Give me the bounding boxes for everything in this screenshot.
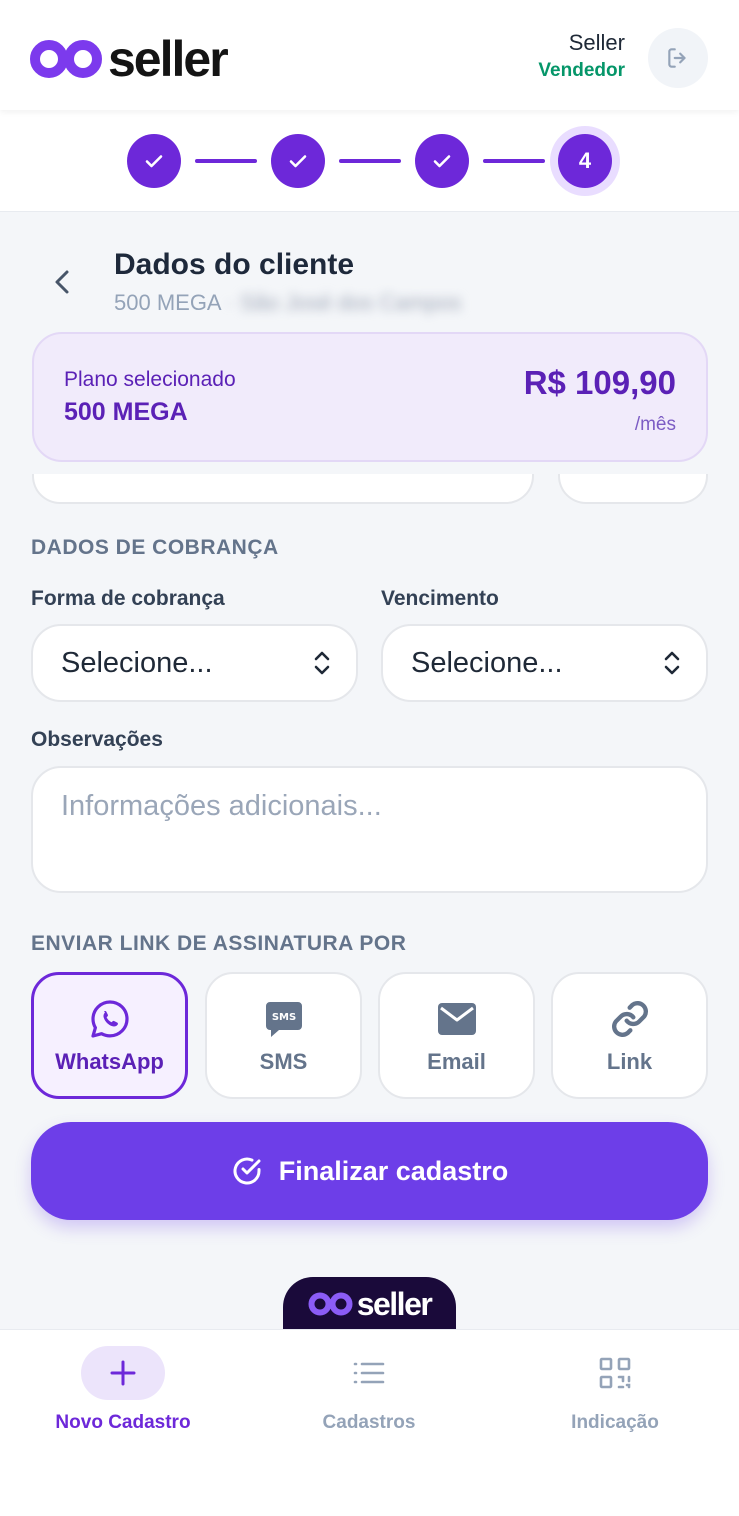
subtitle-plan: 500 MEGA — [114, 290, 221, 315]
nav-new-registration-label: Novo Cadastro — [55, 1412, 191, 1433]
billing-section-title: DADOS DE COBRANÇA — [31, 536, 279, 559]
billing-method-label: Forma de cobrança — [31, 587, 225, 610]
step-connector — [195, 159, 257, 163]
scrolled-field-edge — [32, 474, 534, 504]
step-4-current: 4 — [558, 134, 612, 188]
check-icon — [433, 155, 451, 168]
nav-new-registration[interactable]: Novo Cadastro — [0, 1346, 246, 1434]
channel-sms-button[interactable]: SMS SMS — [205, 972, 362, 1099]
nav-registrations[interactable]: Cadastros — [246, 1346, 492, 1434]
user-info: Seller Vendedor — [538, 30, 625, 82]
logout-button[interactable] — [648, 28, 708, 88]
nav-registrations-label: Cadastros — [322, 1412, 416, 1433]
page-title: Dados do cliente — [114, 248, 355, 281]
channel-whatsapp-button[interactable]: WhatsApp — [31, 972, 188, 1099]
billing-method-value: Selecione... — [61, 646, 213, 679]
finish-button-label: Finalizar cadastro — [278, 1155, 509, 1186]
chevron-left-icon — [55, 270, 69, 294]
footer-brand-name: seller — [356, 1285, 433, 1322]
plan-name: 500 MEGA — [64, 398, 188, 426]
selected-plan-card: Plano selecionado 500 MEGA R$ 109,90 /mê… — [32, 332, 708, 462]
channel-link-label: Link — [606, 1048, 653, 1074]
check-icon — [289, 155, 307, 168]
due-date-label: Vencimento — [381, 587, 499, 610]
check-icon — [145, 155, 163, 168]
channel-sms-label: SMS — [259, 1048, 308, 1074]
due-date-select[interactable]: Selecione... — [381, 624, 708, 702]
plan-period: /mês — [634, 414, 676, 435]
scrolled-field-edge — [558, 474, 708, 504]
plan-price: R$ 109,90 — [523, 364, 676, 401]
back-button[interactable] — [48, 262, 78, 302]
notes-textarea[interactable]: Informações adicionais... — [31, 766, 708, 893]
chevron-updown-icon — [314, 651, 330, 675]
brand-name: seller — [108, 31, 229, 87]
progress-stepper: 4 — [0, 110, 739, 212]
infinity-logo-icon — [308, 1292, 353, 1316]
user-name: Seller — [568, 30, 625, 55]
logout-icon — [668, 48, 686, 68]
step-1-done — [127, 134, 181, 188]
plan-label: Plano selecionado — [64, 368, 236, 391]
finish-registration-button[interactable]: Finalizar cadastro — [31, 1122, 708, 1220]
channel-link-button[interactable]: Link — [551, 972, 708, 1099]
svg-text:SMS: SMS — [271, 1012, 295, 1023]
link-icon — [611, 1000, 648, 1037]
page-subtitle: 500 MEGA · São José dos Campos — [114, 290, 461, 316]
top-bar: seller Seller Vendedor — [0, 0, 739, 110]
step-connector — [339, 159, 401, 163]
infinity-logo-icon — [30, 40, 102, 78]
channel-email-label: Email — [427, 1048, 486, 1074]
notes-label: Observações — [31, 728, 163, 751]
chevron-updown-icon — [664, 651, 680, 675]
channel-email-button[interactable]: Email — [378, 972, 535, 1099]
subtitle-separator: · — [226, 290, 234, 315]
step-connector — [483, 159, 545, 163]
form-content: Dados do cliente 500 MEGA · São José dos… — [0, 212, 739, 1329]
list-icon — [353, 1362, 385, 1384]
channel-whatsapp-label: WhatsApp — [55, 1048, 164, 1074]
qr-code-icon — [599, 1357, 631, 1389]
due-date-value: Selecione... — [411, 646, 563, 679]
email-icon — [437, 1002, 476, 1035]
notes-placeholder: Informações adicionais... — [61, 790, 382, 822]
whatsapp-icon — [90, 999, 129, 1038]
step-2-done — [271, 134, 325, 188]
bottom-navigation: Novo Cadastro Cadastros Indicação — [0, 1329, 739, 1516]
nav-referral-label: Indicação — [571, 1412, 659, 1433]
footer-brand-logo: seller — [283, 1277, 456, 1329]
check-circle-icon — [233, 1157, 261, 1185]
subtitle-location: São José dos Campos — [239, 290, 462, 315]
brand-logo: seller — [30, 31, 229, 87]
nav-referral[interactable]: Indicação — [492, 1346, 738, 1434]
step-3-done — [415, 134, 469, 188]
user-role: Vendedor — [538, 60, 625, 81]
send-link-section-title: ENVIAR LINK DE ASSINATURA POR — [31, 932, 407, 955]
billing-method-select[interactable]: Selecione... — [31, 624, 358, 702]
plus-icon — [110, 1360, 136, 1386]
sms-icon: SMS — [265, 1001, 302, 1037]
